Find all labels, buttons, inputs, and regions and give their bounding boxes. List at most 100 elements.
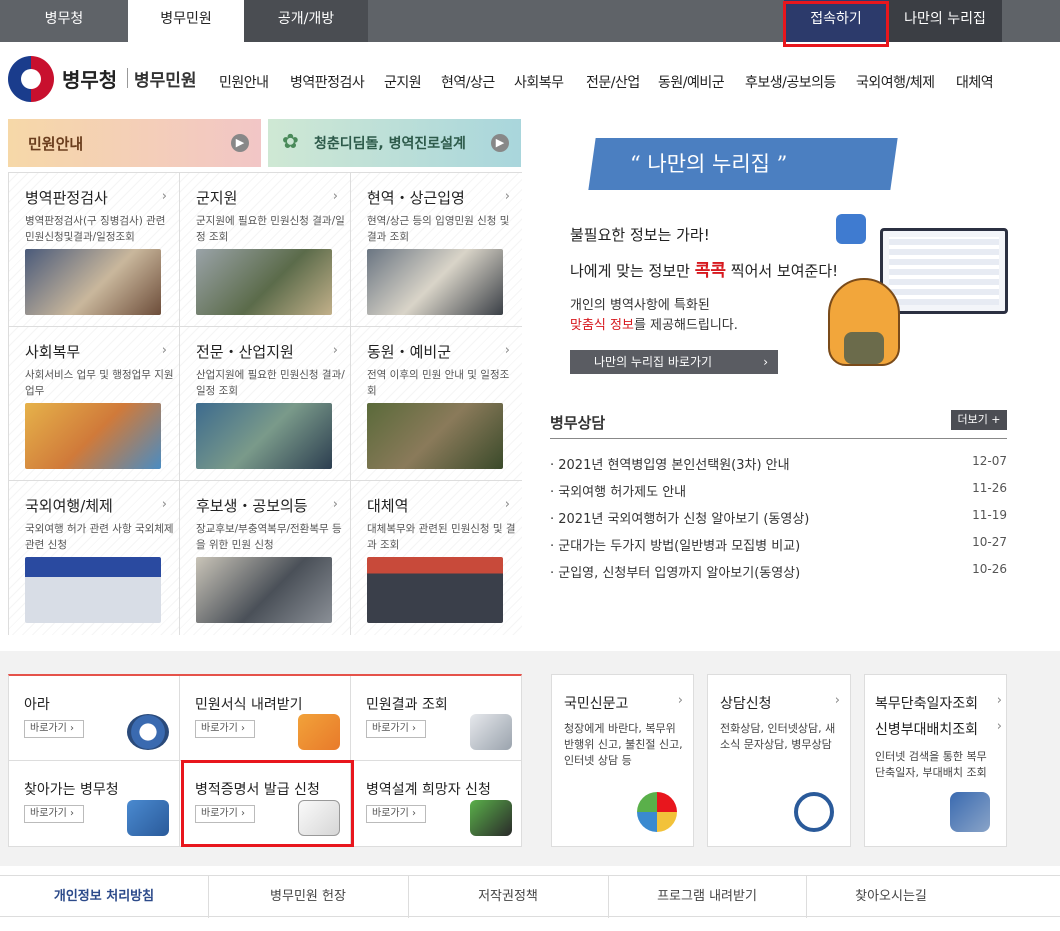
nav-item-guide[interactable]: 민원안내 (219, 72, 269, 92)
card-enlist[interactable]: 군지원 › 군지원에 필요한 민원신청 결과/일정 조회 (180, 173, 351, 327)
footer-location[interactable]: 찾아오시는길 (806, 876, 976, 918)
chevron-right-icon: › (834, 693, 840, 708)
card-title: 현역・상근입영 (367, 189, 465, 207)
quick-title: 찾아가는 병무청 (24, 782, 119, 798)
consult-item[interactable]: · 군대가는 두가지 방법(일반병과 모집병 비교) 10-27 (550, 535, 1007, 554)
tab-civil-service[interactable]: 병무민원 (128, 0, 244, 42)
quick-visit[interactable]: 찾아가는 병무청 바로가기 › (9, 761, 180, 846)
chevron-right-icon: › (161, 343, 167, 358)
nav-item-reserve[interactable]: 동원/예비군 (658, 72, 725, 92)
box-title2[interactable]: 신병부대배치조회 (875, 719, 978, 739)
chevron-right-icon: › (996, 693, 1002, 708)
mma-logo-icon[interactable] (8, 56, 54, 102)
box-title: 국민신문고 (564, 696, 629, 712)
card-exam[interactable]: 병역판정검사 › 병역판정검사(구 징병검사) 관련 민원신청및결과/일정조회 (9, 173, 180, 327)
promo-line2: 나에게 맞는 정보만 콕콕 찍어서 보여준다! (570, 261, 839, 281)
card-desc: 전역 이후의 민원 안내 및 일정조회 (367, 369, 510, 397)
card-desc: 병역판정검사(구 징병검사) 관련 민원신청및결과/일정조회 (25, 215, 166, 243)
target-icon (637, 792, 677, 832)
nav-item-social[interactable]: 사회복무 (514, 72, 564, 92)
nav-item-enlist[interactable]: 군지원 (384, 72, 422, 92)
monitor-icon (880, 228, 1008, 314)
tab-mma[interactable]: 병무청 (0, 0, 128, 42)
box-service-lookup[interactable]: 복무단축일자조회 › 신병부대배치조회 › 인터넷 검색을 통한 복무단축일자,… (864, 674, 1007, 847)
chevron-right-icon: › (763, 355, 768, 369)
card-desc: 사회서비스 업무 및 행정업무 지원 업무 (25, 369, 174, 397)
card-alternative[interactable]: 대체역 › 대체복무와 관련된 민원신청 및 결과 조회 (351, 481, 522, 635)
goto-button[interactable]: 바로가기 › (24, 720, 84, 738)
brand-name[interactable]: 병무청 (62, 64, 117, 93)
chevron-right-icon: › (996, 719, 1002, 734)
photo-exam (25, 249, 161, 315)
consult-item[interactable]: · 2021년 현역병입영 본인선택원(3차) 안내 12-07 (550, 454, 1007, 473)
card-desc: 군지원에 필요한 민원신청 결과/일정 조회 (196, 215, 345, 243)
career-banner[interactable]: ✿ 청춘디딤돌, 병역진로설계 ▶ (268, 119, 521, 167)
consult-item[interactable]: · 군입영, 신청부터 입영까지 알아보기(동영상) 10-26 (550, 562, 1007, 581)
nav-item-exam[interactable]: 병역판정검사 (290, 72, 365, 92)
promo-line3: 개인의 병역사항에 특화된 (570, 298, 710, 313)
my-nuri-button[interactable]: 나만의 누리집 (888, 0, 1002, 42)
card-social[interactable]: 사회복무 › 사회서비스 업무 및 행정업무 지원 업무 (9, 327, 180, 481)
footer-privacy[interactable]: 개인정보 처리방침 (0, 876, 208, 918)
brand-divider (127, 68, 128, 88)
ara-mascot-icon (127, 714, 169, 750)
consult-item[interactable]: · 2021년 국외여행허가 신청 알아보기 (동영상) 11-19 (550, 508, 1007, 527)
card-title: 사회복무 (25, 343, 81, 361)
consult-item[interactable]: · 국외여행 허가제도 안내 11-26 (550, 481, 1007, 500)
card-title: 후보생・공보의등 (196, 497, 308, 515)
quick-title: 병역설계 희망자 신청 (366, 782, 491, 798)
nav-item-industry[interactable]: 전문/산업 (586, 72, 640, 92)
card-active[interactable]: 현역・상근입영 › 현역/상근 등의 입영민원 신청 및 결과 조회 (351, 173, 522, 327)
card-overseas[interactable]: 국외여행/체제 › 국외여행 허가 관련 사항 국외체제 관련 신청 (9, 481, 180, 635)
divider (550, 438, 1007, 439)
tiger-mascot-icon (828, 278, 900, 366)
card-candidate[interactable]: 후보생・공보의등 › 장교후보/부충역복무/전환복무 등을 위한 민원 신청 (180, 481, 351, 635)
my-nuri-link-button[interactable]: 나만의 누리집 바로가기 › (570, 350, 778, 374)
quick-ara[interactable]: 아라 바로가기 › (9, 676, 180, 761)
tab-open[interactable]: 공개/개방 (244, 0, 368, 42)
card-title: 전문・산업지원 (196, 343, 294, 361)
card-desc: 산업지원에 필요한 민원신청 결과/일정 조회 (196, 369, 345, 397)
quick-forms[interactable]: 민원서식 내려받기 바로가기 › (180, 676, 351, 761)
photo-social (25, 403, 161, 469)
nav-item-overseas[interactable]: 국외여행/체제 (856, 72, 935, 92)
card-desc: 현역/상근 등의 입영민원 신청 및 결과 조회 (367, 215, 510, 243)
promo-line1: 불필요한 정보는 가라! (570, 226, 710, 244)
quick-title: 민원서식 내려받기 (195, 697, 303, 713)
footer-charter[interactable]: 병무민원 헌장 (208, 876, 408, 918)
nav-item-active[interactable]: 현역/상근 (441, 72, 495, 92)
plant-icon: ✿ (282, 129, 299, 153)
goto-button[interactable]: 바로가기 › (366, 805, 426, 823)
chevron-right-icon: › (332, 497, 338, 512)
footer-download[interactable]: 프로그램 내려받기 (608, 876, 806, 918)
nav-item-alternative[interactable]: 대체역 (956, 72, 994, 92)
guide-banner[interactable]: 민원안내 ▶ (8, 119, 261, 167)
site-header: 병무청 병무민원 민원안내 병역판정검사 군지원 현역/상근 사회복무 전문/산… (0, 42, 1060, 114)
brand-sub[interactable]: 병무민원 (134, 66, 197, 91)
quick-result[interactable]: 민원결과 조회 바로가기 › (351, 676, 522, 761)
chevron-right-icon: › (161, 497, 167, 512)
photo-overseas (25, 557, 161, 623)
box-sinmungo[interactable]: 국민신문고 › 청장에게 바란다, 복무위반행위 신고, 불친절 신고, 인터넷… (551, 674, 694, 847)
ribbon-text: “ 나만의 누리집 ” (630, 152, 788, 176)
box-counsel[interactable]: 상담신청 › 전화상담, 인터넷상담, 새 소식 문자상담, 병무상담 (707, 674, 851, 847)
goto-button[interactable]: 바로가기 › (195, 720, 255, 738)
tablet-icon (127, 800, 169, 836)
highlight-connect (783, 1, 889, 47)
goto-button[interactable]: 바로가기 › (366, 720, 426, 738)
chess-piece-icon (470, 800, 512, 836)
more-button[interactable]: 더보기 + (951, 410, 1007, 430)
calendar-bubble-icon (836, 214, 866, 244)
photo-enlist (196, 249, 332, 315)
quick-design[interactable]: 병역설계 희망자 신청 바로가기 › (351, 761, 522, 846)
card-reserve[interactable]: 동원・예비군 › 전역 이후의 민원 안내 및 일정조회 (351, 327, 522, 481)
card-title: 대체역 (367, 497, 409, 515)
box-title: 복무단축일자조회 (875, 696, 979, 712)
footer-copyright[interactable]: 저작권정책 (408, 876, 608, 918)
chevron-right-icon: › (332, 189, 338, 204)
card-industry[interactable]: 전문・산업지원 › 산업지원에 필요한 민원신청 결과/일정 조회 (180, 327, 351, 481)
nav-item-candidate[interactable]: 후보생/공보의등 (745, 72, 836, 92)
arrow-right-icon: ▶ (491, 134, 509, 152)
goto-button[interactable]: 바로가기 › (24, 805, 84, 823)
my-nuri-promo: “ 나만의 누리집 ” 불필요한 정보는 가라! 나에게 맞는 정보만 콕콕 찍… (540, 118, 1040, 388)
